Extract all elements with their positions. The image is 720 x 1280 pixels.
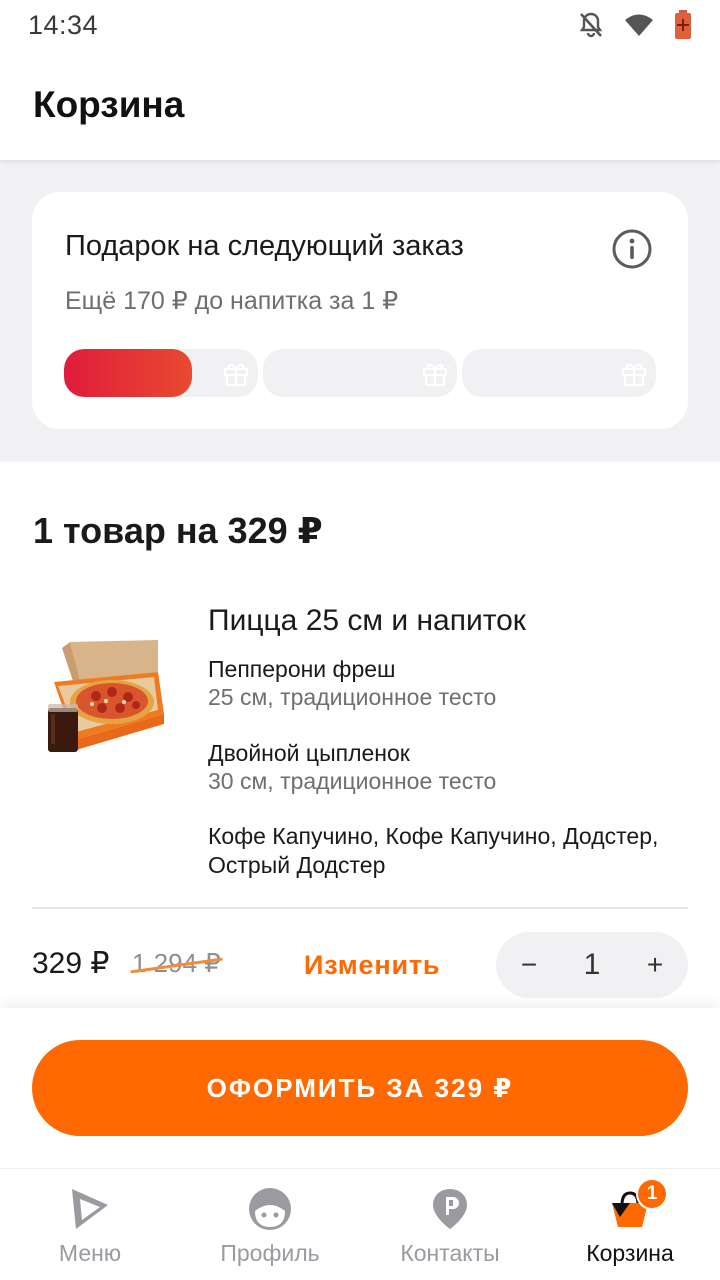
edit-button[interactable]: Изменить — [304, 950, 440, 981]
status-icons — [578, 10, 692, 40]
product-title: Пицца 25 см и напиток — [208, 604, 526, 637]
nav-label: Профиль — [220, 1240, 320, 1266]
combo-item-name: Пепперони фреш — [208, 656, 396, 682]
item-old-price: 1 294 ₽ — [130, 948, 223, 979]
combo-extras: Кофе Капучино, Кофе Капучино, Додстер, О… — [208, 823, 659, 878]
combo-item-name: Двойной цыпленок — [208, 740, 410, 766]
gift-title: Подарок на следующий заказ — [65, 230, 464, 262]
product-image[interactable] — [40, 632, 170, 757]
progress-fill — [64, 349, 193, 397]
progress-segment — [263, 349, 457, 397]
progress-segment — [462, 349, 656, 397]
item-price: 329 ₽ — [32, 947, 110, 980]
progress-segment — [64, 349, 258, 397]
status-time: 14:34 — [28, 9, 99, 40]
info-icon[interactable] — [611, 228, 653, 270]
nav-label: Меню — [58, 1240, 122, 1266]
checkout-area: ОФОРМИТЬ ЗА 329 ₽ — [0, 1008, 720, 1168]
cart-summary: 1 товар на 329 ₽ — [33, 510, 323, 551]
quantity-value: 1 — [583, 948, 601, 981]
nav-label: Контакты — [400, 1240, 500, 1266]
quantity-stepper: − 1 + — [496, 932, 688, 998]
nav-label: Корзина — [586, 1240, 674, 1266]
app-bar: Корзина — [0, 50, 720, 160]
status-bar: 14:34 — [0, 0, 720, 50]
pizza-slice-icon — [72, 1189, 108, 1229]
face-icon — [249, 1188, 291, 1230]
decrease-button[interactable]: − — [518, 949, 540, 981]
gift-subtitle: Ещё 170 ₽ до напитка за 1 ₽ — [65, 287, 399, 315]
gift-section: Подарок на следующий заказ Ещё 170 ₽ до … — [0, 160, 720, 462]
gift-icon — [421, 359, 449, 387]
nav-item-contacts[interactable]: Контакты — [360, 1169, 540, 1280]
location-pin-icon — [433, 1189, 467, 1229]
checkout-button[interactable]: ОФОРМИТЬ ЗА 329 ₽ — [32, 1040, 688, 1136]
gift-icon — [222, 359, 250, 387]
price-row: 329 ₽ 1 294 ₽ Изменить − 1 + — [32, 932, 688, 998]
gift-icon — [620, 359, 648, 387]
nav-item-profile[interactable]: Профиль — [180, 1169, 360, 1280]
increase-button[interactable]: + — [644, 949, 666, 981]
divider — [32, 907, 688, 909]
bell-off-icon — [578, 11, 604, 39]
combo-item-desc: 30 см, традиционное тесто — [208, 768, 497, 794]
page-title: Корзина — [33, 84, 185, 125]
wifi-icon — [624, 13, 654, 37]
gift-card[interactable]: Подарок на следующий заказ Ещё 170 ₽ до … — [32, 192, 688, 429]
gift-progress — [64, 349, 656, 397]
cart-badge: 1 — [636, 1178, 668, 1210]
combo-item-desc: 25 см, традиционное тесто — [208, 684, 497, 710]
nav-item-cart[interactable]: 1 Корзина — [540, 1169, 720, 1280]
bottom-nav: Меню Профиль Контакты 1 Корзина — [0, 1168, 720, 1280]
nav-item-menu[interactable]: Меню — [0, 1169, 180, 1280]
battery-icon — [674, 10, 692, 40]
